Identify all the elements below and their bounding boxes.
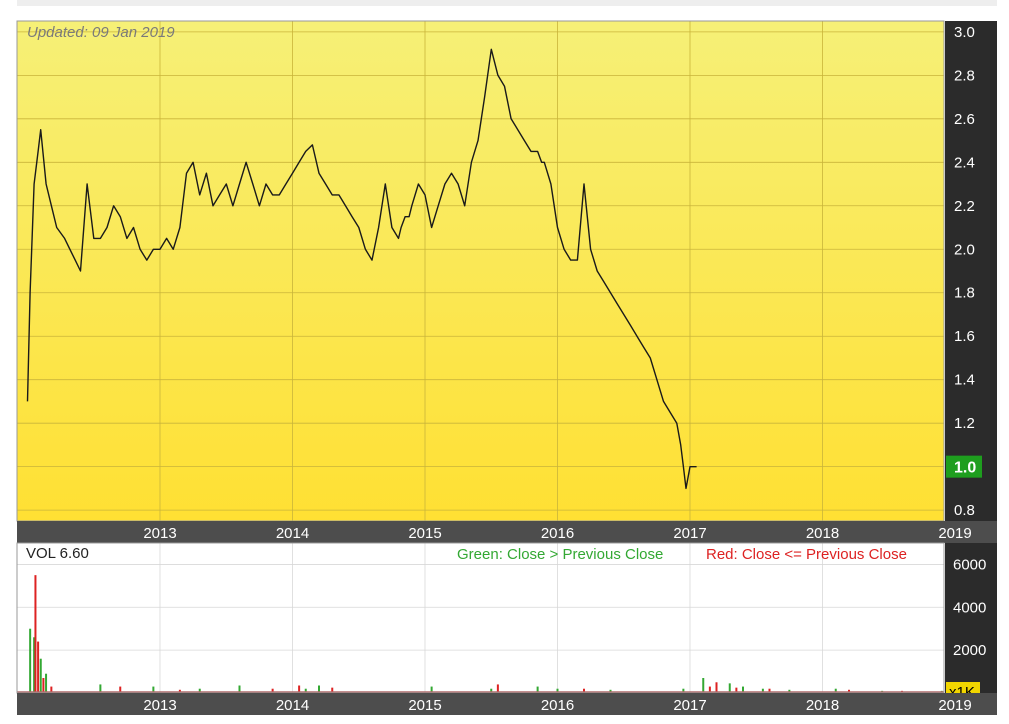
price-plot-background: [17, 21, 944, 521]
price-axis-tick-label: 1.8: [954, 285, 975, 302]
date-axis-tick-label: 2018: [806, 525, 839, 542]
price-axis-tick-label: 2.6: [954, 111, 975, 128]
price-axis-tick-label: 0.8: [954, 502, 975, 519]
volume-date-tick-label: 2015: [408, 697, 441, 714]
volume-date-tick-label: 2017: [673, 697, 706, 714]
volume-plot-background: [17, 543, 944, 693]
price-axis-tick-label: 1.2: [954, 415, 975, 432]
price-axis-tick-label: 1.6: [954, 328, 975, 345]
volume-bar: [39, 658, 42, 693]
price-axis-tick-label: 2.8: [954, 67, 975, 84]
volume-bar: [42, 678, 45, 693]
price-axis-strip: [945, 21, 997, 521]
volume-axis-tick-label: 2000: [953, 642, 986, 659]
date-axis-tick-label: 2013: [143, 525, 176, 542]
date-axis-tick-label: 2019: [938, 525, 971, 542]
volume-axis-tick-label: 4000: [953, 599, 986, 616]
volume-bar: [37, 641, 40, 693]
stock-chart: Updated: 09 Jan 2019 0.8 1.0 1.2 1.4 1.6 1.8 2.…: [0, 0, 1009, 719]
volume-title: VOL 6.60: [26, 545, 89, 562]
price-axis-tick-label: 2.0: [954, 241, 975, 258]
volume-date-tick-label: 2014: [276, 697, 309, 714]
date-axis-tick-label: 2015: [408, 525, 441, 542]
last-value-label: 1.0: [954, 460, 976, 477]
volume-date-tick-label: 2019: [938, 697, 971, 714]
price-axis-tick-label: 3.0: [954, 24, 975, 41]
legend-red-label: Red: Close <= Previous Close: [706, 546, 907, 563]
date-axis-tick-label: 2016: [541, 525, 574, 542]
top-strip: [17, 0, 997, 6]
volume-date-tick-label: 2016: [541, 697, 574, 714]
volume-date-tick-label: 2018: [806, 697, 839, 714]
price-axis-tick-label: 1.4: [954, 372, 975, 389]
legend-green-label: Green: Close > Previous Close: [457, 546, 663, 563]
price-axis-tick-label: 2.2: [954, 198, 975, 215]
price-axis-tick-label: 2.4: [954, 154, 975, 171]
volume-bar: [34, 575, 37, 693]
volume-axis-tick-label: 6000: [953, 556, 986, 573]
chart-updated-label: Updated: 09 Jan 2019: [27, 24, 175, 41]
volume-bar: [702, 678, 705, 693]
volume-bar: [29, 628, 32, 693]
chart-svg: Updated: 09 Jan 2019 0.8 1.0 1.2 1.4 1.6 1.8 2.…: [16, 0, 997, 715]
date-axis-tick-label: 2014: [276, 525, 309, 542]
volume-date-tick-label: 2013: [143, 697, 176, 714]
date-axis-tick-label: 2017: [673, 525, 706, 542]
volume-bar: [45, 673, 48, 693]
